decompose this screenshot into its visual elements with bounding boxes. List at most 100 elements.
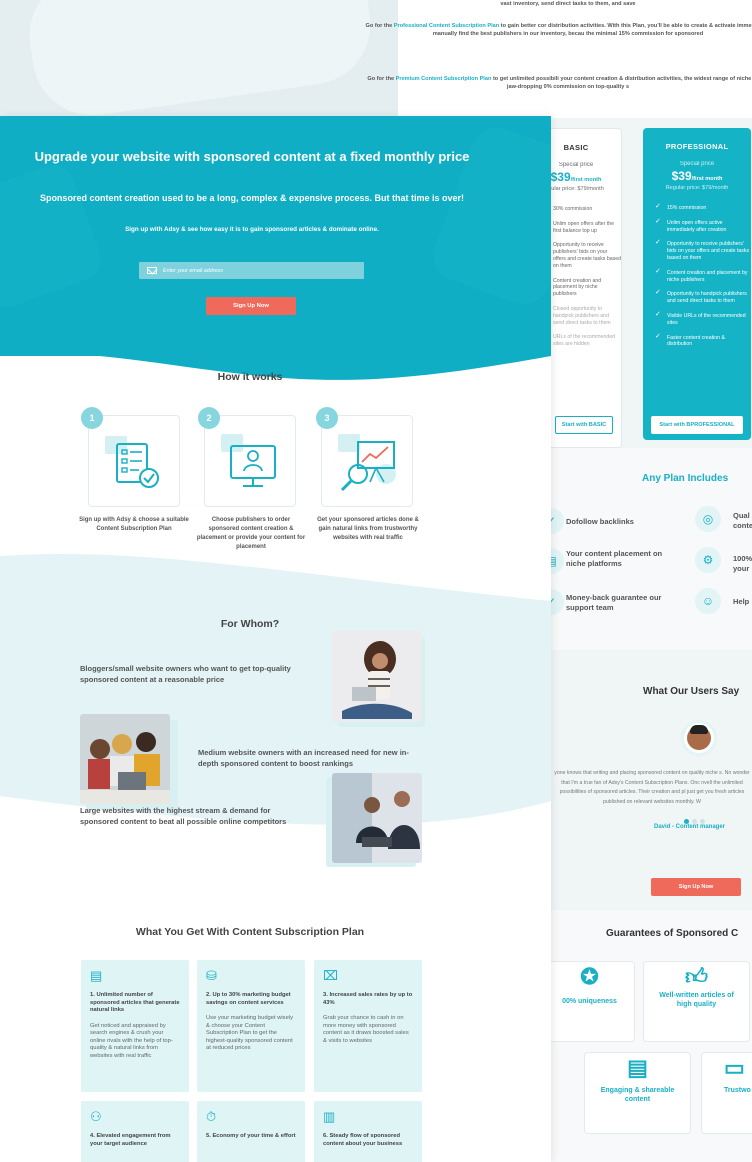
- benefit-card-4: ⚇ 4. Elevated engagement from your targe…: [81, 1101, 189, 1162]
- landing-page: Upgrade your website with sponsored cont…: [0, 116, 551, 1162]
- users-title: What Our Users Say: [643, 686, 740, 697]
- back-text-2: Go for the Professional Content Subscrip…: [365, 23, 752, 38]
- guarantees-title: Guarantees of Sponsored C: [606, 928, 739, 939]
- plan-name: PROFESSIONAL: [665, 142, 729, 151]
- plan-feature: 15% commission: [655, 204, 751, 212]
- audience-medium: Medium website owners with an increased …: [198, 748, 409, 768]
- what-you-get-title: What You Get With Content Subscription P…: [135, 926, 365, 938]
- email-field[interactable]: Enter your email address: [139, 262, 364, 279]
- documents-icon: ▥: [323, 1109, 336, 1124]
- benefit-card-5: ⏱︎ 5. Economy of your time & effort: [197, 1101, 305, 1162]
- mail-icon: [147, 267, 157, 274]
- documents-icon: ▤: [627, 1055, 648, 1080]
- regular-price: Regular price: $79/month: [665, 185, 729, 191]
- plan-price: $39/first month: [671, 169, 723, 183]
- audience-large: Large websites with the highest stream &…: [80, 806, 287, 826]
- plan-feature: URLs of the recommended sites are hidden: [553, 334, 615, 348]
- back-text-3: Go for the Premium Content Subscription …: [367, 76, 752, 91]
- feature-money-back: Money-back guarantee our support team: [566, 593, 662, 612]
- benefit-title: 4. Elevated engagement from your target …: [90, 1133, 171, 1147]
- checklist-icon: [105, 436, 159, 488]
- hero-subtitle: Sponsored content creation used to be a …: [39, 193, 465, 203]
- analytics-board-icon: [338, 434, 396, 492]
- step-text-1: Sign up with Adsy & choose a suitable Co…: [79, 517, 189, 532]
- step-card-1: [88, 415, 180, 507]
- carousel-dots: [684, 819, 705, 824]
- guarantee-engaging: ▤ Engaging & shareable content: [584, 1052, 691, 1134]
- benefit-title: 2. Up to 30% marketing budget savings on…: [206, 992, 291, 1006]
- back-left-header: [0, 0, 398, 123]
- avatar: [681, 720, 717, 756]
- trust-icon: ▭: [724, 1055, 745, 1080]
- step-number-3: 3: [316, 407, 338, 429]
- thumbs-up-icon: 👍︎: [685, 964, 708, 989]
- plan-feature: 30% commission: [553, 206, 593, 212]
- photo-woman-laptop: [332, 631, 422, 722]
- carousel-dot[interactable]: [692, 819, 697, 824]
- start-basic-button[interactable]: Start with BASIC: [555, 416, 613, 434]
- premium-plan-link[interactable]: Premium Content Subscription Plan: [396, 76, 492, 82]
- start-professional-button[interactable]: Start with BPROFESSIONAL: [651, 416, 743, 434]
- stopwatch-icon: ⏱︎: [206, 1109, 217, 1124]
- plan-feature: Content creation and placement by niche …: [553, 277, 602, 298]
- back-plan-description: vast inventory, send direct tasks to the…: [366, 0, 752, 118]
- benefit-title: 3. Increased sales rates by up to 43%: [323, 992, 413, 1006]
- feature-placement: Your content placement on niche platform…: [566, 549, 663, 568]
- feature-uniqueness: 100% your: [733, 554, 752, 573]
- step-number-2: 2: [198, 407, 220, 429]
- benefit-title: 5. Economy of your time & effort: [206, 1133, 296, 1139]
- support-icon: ☺: [695, 588, 721, 614]
- plan-feature: Unlim open offers after the first balanc…: [553, 220, 615, 234]
- plan-feature: Content creation and placement by niche …: [655, 269, 751, 284]
- benefit-card-6: ▥ 6. Steady flow of sponsored content ab…: [314, 1101, 422, 1162]
- carousel-dot[interactable]: [700, 819, 705, 824]
- hero-tagline: Sign up with Adsy & see how easy it is t…: [125, 226, 379, 233]
- quality-icon: ◎: [695, 506, 721, 532]
- signup-button-secondary[interactable]: Sign Up Now: [651, 878, 741, 896]
- how-it-works-title: How it works: [217, 371, 283, 383]
- professional-plan-link[interactable]: Professional Content Subscription Plan: [394, 23, 499, 29]
- step-number-1: 1: [81, 407, 103, 429]
- special-price-label: Special price: [679, 161, 715, 167]
- audience-small: Bloggers/small website owners who want t…: [80, 664, 291, 684]
- plan-feature: Opportunity to handpick publishers and s…: [655, 290, 751, 305]
- testimonial-quote: yone knows that writing and placing spon…: [554, 770, 750, 805]
- benefit-desc: Use your marketing budget wisely & choos…: [206, 1015, 293, 1051]
- plan-feature: Unlim open offers active immediately aft…: [655, 219, 751, 234]
- guarantee-quality: 👍︎ Well-written articles of high quality: [643, 961, 750, 1042]
- photo-group-students: [80, 714, 170, 804]
- people-icon: ⚇: [90, 1109, 102, 1124]
- benefit-desc: Get noticed and appraised by search engi…: [90, 1022, 173, 1059]
- plan-feature: Faster content creation & distribution: [655, 334, 751, 349]
- any-plan-title: Any Plan Includes: [642, 473, 729, 484]
- benefit-card-2: ⛁ 2. Up to 30% marketing budget savings …: [197, 960, 305, 1092]
- back-text-1: vast inventory, send direct tasks to the…: [500, 1, 636, 7]
- chart-board-icon: ⌧: [323, 968, 338, 983]
- settings-icon: ⚙: [695, 547, 721, 573]
- carousel-dot[interactable]: [684, 819, 689, 824]
- document-list-icon: ▤: [90, 968, 103, 983]
- for-whom-title: For Whom?: [220, 618, 280, 630]
- benefit-card-3: ⌧ 3. Increased sales rates by up to 43% …: [314, 960, 422, 1092]
- feature-dofollow: Dofollow backlinks: [566, 517, 634, 526]
- guarantee-uniqueness: ✪ 00% uniqueness: [544, 961, 635, 1042]
- plan-card-professional: PROFESSIONAL Special price $39/first mon…: [643, 128, 751, 440]
- feature-help: Help: [733, 597, 750, 606]
- plan-features: 15% commission Unlim open offers active i…: [643, 204, 751, 349]
- badge-100-icon: ✪: [580, 964, 599, 989]
- monitor-user-icon: [221, 434, 276, 487]
- plan-feature: Opportunity to receive publishers' bids …: [553, 242, 621, 269]
- email-placeholder: Enter your email address: [163, 267, 223, 274]
- hero-section: Upgrade your website with sponsored cont…: [0, 116, 551, 356]
- guarantee-trust: ▭ Trustwo: [701, 1052, 752, 1134]
- benefit-title: 6. Steady flow of sponsored content abou…: [323, 1133, 403, 1147]
- signup-button[interactable]: Sign Up Now: [206, 297, 296, 315]
- plan-feature: Closed opportunity to handpick publisher…: [553, 305, 611, 326]
- testimonial-author: David - Content manager: [654, 824, 726, 830]
- benefit-desc: Grab your chance to cash in on more mone…: [323, 1015, 409, 1044]
- benefit-card-1: ▤ 1. Unlimited number of sponsored artic…: [81, 960, 189, 1092]
- plan-feature: Visible URLs of the recommended sites: [655, 312, 751, 327]
- benefit-title: 1. Unlimited number of sponsored article…: [90, 992, 180, 1013]
- step-text-3: Get your sponsored articles done & gain …: [317, 517, 419, 541]
- hero-title: Upgrade your website with sponsored cont…: [34, 149, 470, 164]
